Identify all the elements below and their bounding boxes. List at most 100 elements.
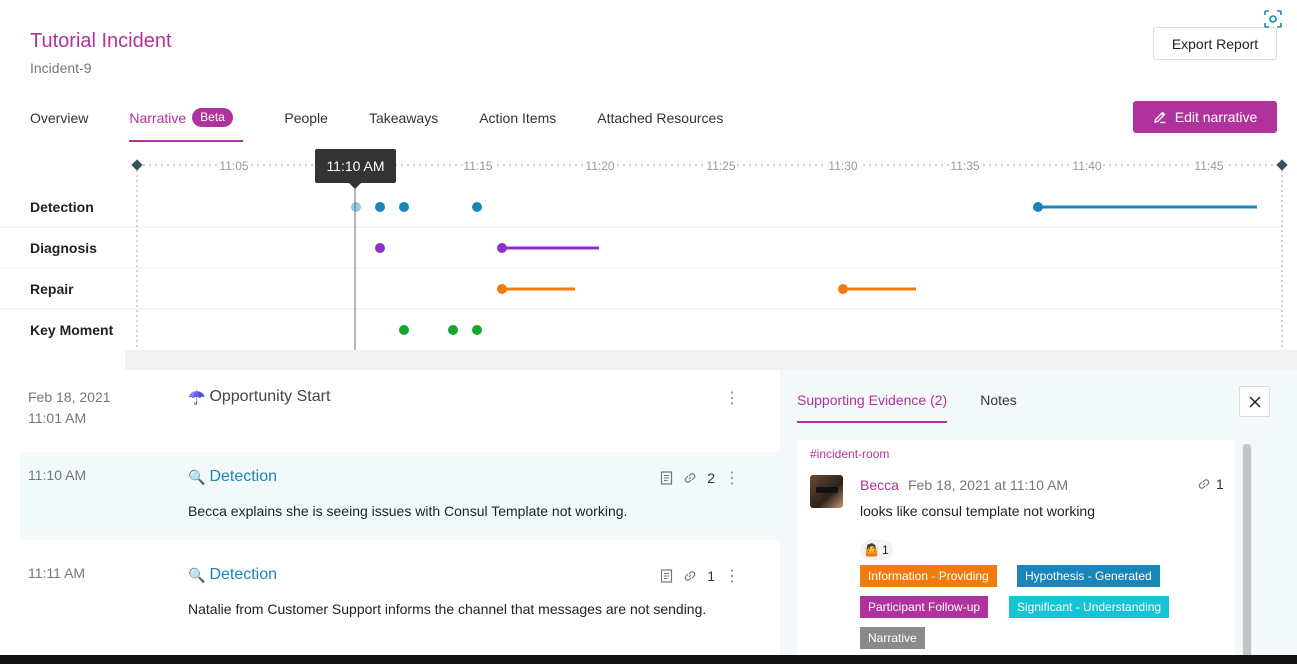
page-title: Tutorial Incident (30, 30, 172, 52)
document-icon[interactable] (660, 471, 673, 485)
tab-narrative[interactable]: Narrative Beta (129, 106, 244, 142)
entry-date: Feb 18, 2021 (28, 389, 111, 405)
tick-label: 11:15 (463, 159, 492, 173)
entry-title[interactable]: 🔍 Detection (188, 566, 277, 584)
reaction-count: 1 (881, 543, 889, 557)
close-icon (1248, 395, 1261, 408)
tooltip-arrow (349, 183, 361, 189)
close-panel-button[interactable] (1239, 386, 1270, 417)
event-dot[interactable] (1033, 202, 1043, 212)
entry-actions: 2 (660, 470, 715, 486)
reaction-badge[interactable]: 🤷 1 (860, 540, 893, 560)
evidence-tag[interactable]: Narrative (860, 627, 925, 649)
tab-overview[interactable]: Overview (30, 106, 88, 142)
document-icon[interactable] (660, 569, 673, 583)
timeline-chart: 11:05 11:15 11:20 11:25 11:30 11:35 11:40 11:45 (0, 157, 1288, 350)
channel-name[interactable]: #incident-room (810, 447, 889, 461)
narrative-entry[interactable]: 11:11 AM 🔍 Detection Natalie from Custom… (20, 550, 780, 630)
screenshot-icon[interactable] (1263, 9, 1283, 29)
event-dot[interactable] (497, 284, 507, 294)
tab-people[interactable]: People (284, 106, 328, 142)
entry-title-text: Opportunity Start (209, 388, 331, 405)
tab-notes[interactable]: Notes (980, 392, 1017, 423)
tab-label: Takeaways (368, 110, 439, 126)
more-options-icon[interactable]: ⋮ (724, 468, 740, 488)
entry-title-text: Detection (209, 468, 278, 485)
tick-label: 11:25 (706, 159, 735, 173)
tick-label: 11:35 (950, 159, 979, 173)
event-dot[interactable] (375, 202, 385, 212)
event-dot[interactable] (838, 284, 848, 294)
tick-label: 11:45 (1194, 159, 1223, 173)
message-text: looks like consul template not working (860, 503, 1096, 519)
entry-description: Natalie from Customer Support informs th… (188, 601, 707, 617)
tab-supporting-evidence[interactable]: Supporting Evidence (2) (797, 392, 948, 423)
incident-id: Incident-9 (30, 60, 92, 76)
evidence-tag[interactable]: Participant Follow-up (860, 596, 989, 618)
tooltip-text: 11:10 AM (326, 158, 385, 174)
tick-label: 11:20 (585, 159, 614, 173)
message-link[interactable]: 1 (1197, 476, 1224, 492)
message-author[interactable]: Becca (860, 477, 899, 493)
incident-header: Tutorial Incident Incident-9 Export Repo… (0, 0, 1297, 145)
entry-time: 11:10 AM (28, 467, 87, 483)
event-dot[interactable] (472, 202, 482, 212)
link-count: 1 (1216, 476, 1224, 492)
event-dot[interactable] (472, 325, 482, 335)
tab-action-items[interactable]: Action Items (479, 106, 556, 142)
magnifier-icon: 🔍 (188, 468, 206, 485)
avatar (810, 475, 843, 508)
link-count: 2 (707, 470, 715, 486)
row-label-repair: Repair (30, 281, 74, 297)
row-label-key-moment: Key Moment (30, 322, 114, 338)
axis-end-marker (1276, 159, 1288, 171)
timeline-divider (125, 350, 1297, 370)
axis-start-marker (131, 159, 143, 171)
tick-label: 11:40 (1072, 159, 1101, 173)
incident-tabs: Overview Narrative Beta People Takeaways… (30, 106, 764, 142)
edit-narrative-label: Edit narrative (1174, 109, 1258, 125)
incident-timeline: 11:05 11:15 11:20 11:25 11:30 11:35 11:40 11:45… (0, 145, 1297, 355)
evidence-panel: Supporting Evidence (2) Notes #incident-… (780, 370, 1297, 664)
evidence-tag[interactable]: Hypothesis - Generated (1017, 565, 1160, 587)
narrative-entry[interactable]: Feb 18, 2021 11:01 AM ☂️ Opportunity Sta… (20, 370, 780, 450)
evidence-card[interactable]: #incident-room Becca Feb 18, 2021 at 11:… (797, 440, 1235, 664)
bottom-edge (0, 655, 1297, 664)
tab-label: Overview (30, 110, 89, 126)
link-icon[interactable] (683, 569, 697, 583)
edit-narrative-button[interactable]: Edit narrative (1133, 101, 1277, 133)
entry-title[interactable]: ☂️ Opportunity Start (188, 388, 330, 406)
event-dot[interactable] (497, 243, 507, 253)
event-dot[interactable] (375, 243, 385, 253)
row-label-diagnosis: Diagnosis (30, 240, 97, 256)
beta-badge: Beta (192, 108, 233, 127)
entry-time: 11:11 AM (28, 565, 86, 581)
evidence-tag[interactable]: Significant - Understanding (1009, 596, 1170, 618)
tab-takeaways[interactable]: Takeaways (369, 106, 438, 142)
tab-attached-resources[interactable]: Attached Resources (597, 106, 723, 142)
event-dot[interactable] (351, 202, 361, 212)
scrollbar-thumb[interactable] (1243, 444, 1251, 664)
event-dot[interactable] (448, 325, 458, 335)
link-icon[interactable] (683, 471, 697, 485)
more-options-icon[interactable]: ⋮ (724, 388, 740, 408)
link-count: 1 (707, 568, 715, 584)
shrug-icon: 🤷 (864, 543, 879, 557)
event-dot[interactable] (399, 325, 409, 335)
entry-title-text: Detection (209, 566, 278, 583)
pencil-icon (1153, 111, 1166, 124)
umbrella-icon: ☂️ (188, 388, 206, 405)
narrative-entry[interactable]: 11:10 AM 🔍 Detection Becca explains she … (20, 452, 780, 540)
panel-tabs: Supporting Evidence (2) Notes (797, 392, 1017, 423)
tab-label: Attached Resources (597, 110, 724, 126)
tab-label: People (284, 110, 328, 126)
link-icon (1198, 479, 1210, 489)
tick-label: 11:05 (219, 159, 248, 173)
event-dot[interactable] (399, 202, 409, 212)
evidence-tag[interactable]: Information - Providing (860, 565, 997, 587)
time-tooltip: 11:10 AM (315, 149, 396, 183)
entry-title[interactable]: 🔍 Detection (188, 468, 277, 486)
more-options-icon[interactable]: ⋮ (724, 566, 740, 586)
panel-scrollbar[interactable] (1242, 444, 1252, 664)
export-report-button[interactable]: Export Report (1153, 27, 1277, 60)
